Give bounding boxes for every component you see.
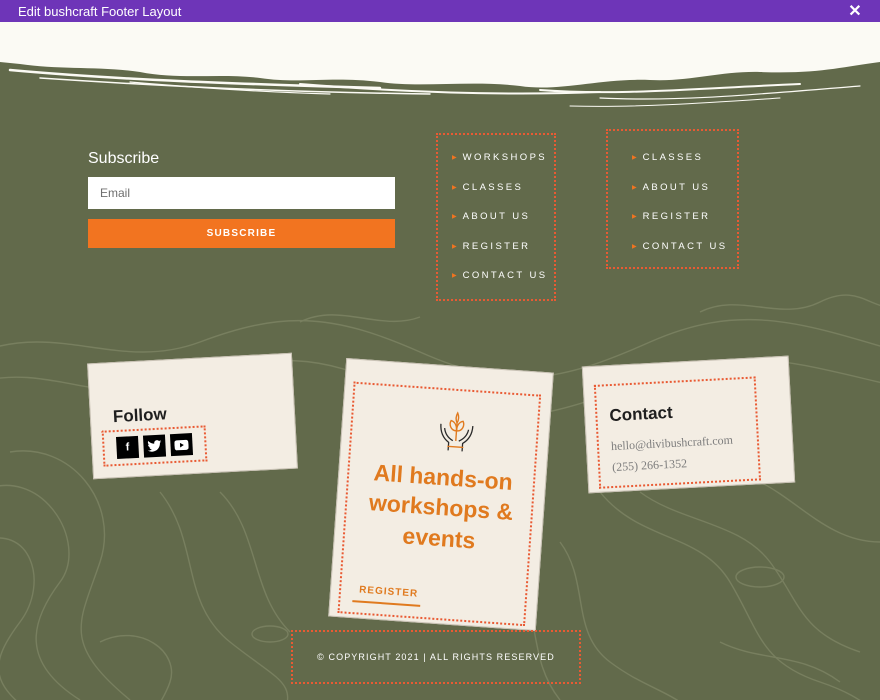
hands-plant-icon [440,411,474,452]
register-link[interactable]: REGISTER [359,585,419,600]
contact-content: Contact hello@divibushcraft.com (255) 26… [593,376,762,489]
facebook-icon[interactable]: f [115,435,140,460]
promo-card: All hands-on workshops & events REGISTER [328,358,554,631]
menu-item-classes[interactable]: ▶ CLASSES [632,143,737,173]
email-input[interactable] [88,177,395,209]
chevron-right-icon: ▶ [632,214,637,221]
copyright-text: © COPYRIGHT 2021 | ALL RIGHTS RESERVED [317,652,555,662]
footer-menu-2: ▶ CLASSES ▶ ABOUT US ▶ REGISTER ▶ CONTACT US [606,129,739,269]
chevron-right-icon: ▶ [632,184,637,191]
chevron-right-icon: ▶ [632,155,637,162]
follow-card: Follow f [87,352,298,480]
close-icon[interactable]: ✕ [846,2,864,20]
menu-item-about-us[interactable]: ▶ ABOUT US [452,202,554,232]
menu-item-register[interactable]: ▶ REGISTER [632,202,737,232]
contact-title: Contact [608,402,674,426]
menu-item-classes[interactable]: ▶ CLASSES [452,173,554,203]
chevron-right-icon: ▶ [452,184,457,191]
copyright-section: © COPYRIGHT 2021 | ALL RIGHTS RESERVED [291,630,581,684]
twitter-icon[interactable] [142,434,167,458]
subscribe-title: Subscribe [88,150,160,167]
footer-canvas: Subscribe SUBSCRIBE ▶WORKSHOPS ▶CLASSES … [0,22,880,700]
window-titlebar: Edit bushcraft Footer Layout ✕ [0,0,880,22]
youtube-icon[interactable] [169,433,194,457]
chevron-right-icon: ▶ [452,155,457,162]
promo-content: All hands-on workshops & events REGISTER [337,381,542,627]
footer-menu-1: ▶ WORKSHOPS ▶ CLASSES ▶ ABOUT US ▶ REGISTER … [436,133,556,301]
social-links: f [101,425,208,467]
chevron-right-icon: ▶ [452,243,457,250]
menu-item-register[interactable]: ▶ REGISTER [452,232,554,262]
chevron-right-icon: ▶ [632,243,637,250]
brush-stroke-divider [0,22,880,107]
chevron-right-icon: ▶ [452,273,457,280]
register-underline [352,600,421,607]
follow-title: Follow [112,404,168,427]
chevron-right-icon: ▶ [452,214,457,221]
contact-card: Contact hello@divibushcraft.com (255) 26… [581,355,796,494]
contact-email[interactable]: hello@divibushcraft.com [611,433,734,454]
promo-title: All hands-on workshops & events [368,459,515,554]
window-title: Edit bushcraft Footer Layout [18,3,182,19]
subscribe-button[interactable]: SUBSCRIBE [88,219,395,248]
menu-item-contact-us[interactable]: ▶ CONTACT US [452,261,554,291]
menu-item-about-us[interactable]: ▶ ABOUT US [632,173,737,203]
menu-item-workshops[interactable]: ▶ WORKSHOPS [452,143,554,173]
contact-phone: (255) 266-1352 [611,456,688,475]
menu-item-contact-us[interactable]: ▶ CONTACT US [632,232,737,262]
